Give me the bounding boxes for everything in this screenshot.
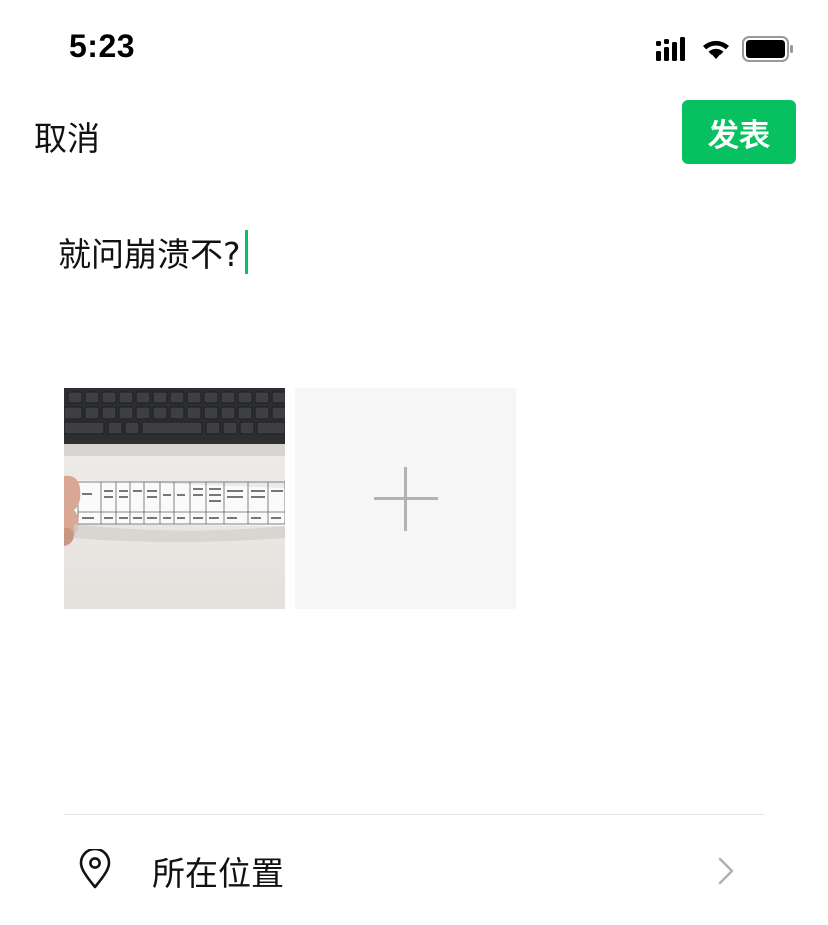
wifi-icon: [703, 40, 729, 59]
location-row[interactable]: 所在位置: [64, 815, 764, 925]
status-time: 5:23: [69, 28, 136, 64]
add-photo-button[interactable]: [295, 388, 516, 609]
location-pin-icon: [79, 849, 111, 889]
cancel-button[interactable]: 取消: [34, 112, 100, 160]
status-bar: 5:23: [0, 0, 828, 98]
location-label: 所在位置: [152, 854, 284, 893]
text-caret: [244, 230, 248, 274]
post-text-content: 就问崩溃不?: [58, 235, 241, 274]
photo-thumbnail[interactable]: [64, 388, 285, 609]
photo-image: [64, 388, 285, 609]
status-icons: [656, 34, 794, 64]
battery-icon: [742, 36, 793, 62]
plus-icon-vertical: [404, 467, 407, 531]
top-nav: 取消 发表: [0, 98, 828, 168]
signal-icon: [656, 37, 685, 61]
publish-button[interactable]: 发表: [682, 100, 796, 164]
post-text-input[interactable]: 就问崩溃不?: [58, 228, 248, 276]
chevron-right-icon: [718, 857, 734, 885]
